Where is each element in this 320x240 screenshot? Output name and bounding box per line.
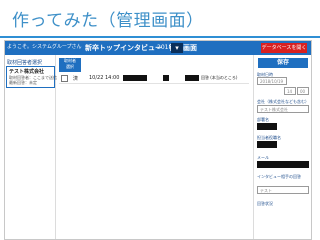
row-status: 済 — [73, 76, 79, 82]
year-label: 2018 — [157, 44, 173, 51]
year-dropdown[interactable]: ▾ — [171, 43, 183, 53]
right-pane: 保存 取材日時 2018/10/19 14 00 会社（株式会社なども含む） テ… — [253, 55, 311, 239]
contact-redacted[interactable] — [257, 141, 277, 148]
email-redacted[interactable] — [257, 161, 309, 168]
redacted-block — [123, 75, 147, 81]
chevron-down-icon: ▾ — [175, 44, 179, 52]
respondent-list-header: 取材回答者選択 — [7, 60, 43, 66]
hour-select[interactable]: 14 — [284, 87, 296, 95]
left-pane: 取材回答者選択 テスト株式会社 取材回答者：ここまで送信 最新回答：未定 — [5, 55, 57, 239]
note-label: インタビュー相手の回答 — [257, 174, 301, 179]
middle-pane: 取材者 選択 済 10/22 14:00 回答 (本当のところ) — [57, 55, 251, 239]
save-button[interactable]: 保存 — [258, 58, 308, 68]
app-window: ようこそ。システムグループさん 新卒トップインタビュー 管理画面 2018 ▾ … — [4, 40, 312, 240]
date-input[interactable]: 2018/10/19 — [257, 77, 287, 85]
list-item-line2: 最新回答：未定 — [9, 80, 37, 85]
status-label: 回答状況 — [257, 201, 273, 206]
company-input[interactable]: テスト株式会社 — [257, 105, 309, 113]
redacted-block — [185, 75, 199, 81]
top-bar: ようこそ。システムグループさん 新卒トップインタビュー 管理画面 2018 ▾ … — [5, 41, 311, 55]
title-divider — [0, 36, 320, 38]
row-answer: 回答 (本当のところ) — [201, 75, 238, 80]
department-redacted[interactable] — [257, 123, 277, 130]
open-database-button[interactable]: データベースを開く — [261, 43, 307, 53]
interviewer-filter-button[interactable]: 取材者 選択 — [59, 58, 81, 72]
note-input[interactable]: テスト — [257, 186, 309, 194]
list-item-name: テスト株式会社 — [9, 69, 45, 75]
redacted-block — [163, 75, 169, 81]
table-row[interactable]: 済 10/22 14:00 回答 (本当のところ) — [59, 74, 249, 84]
row-datetime: 10/22 14:00 — [89, 75, 120, 81]
welcome-text: ようこそ。システムグループさん — [7, 44, 82, 50]
list-item-selected[interactable]: テスト株式会社 取材回答者：ここまで送信 最新回答：未定 — [6, 66, 57, 88]
row-checkbox[interactable] — [61, 75, 68, 82]
slide-title: 作ってみた（管理画面） — [12, 11, 204, 31]
minute-select[interactable]: 00 — [297, 87, 309, 95]
